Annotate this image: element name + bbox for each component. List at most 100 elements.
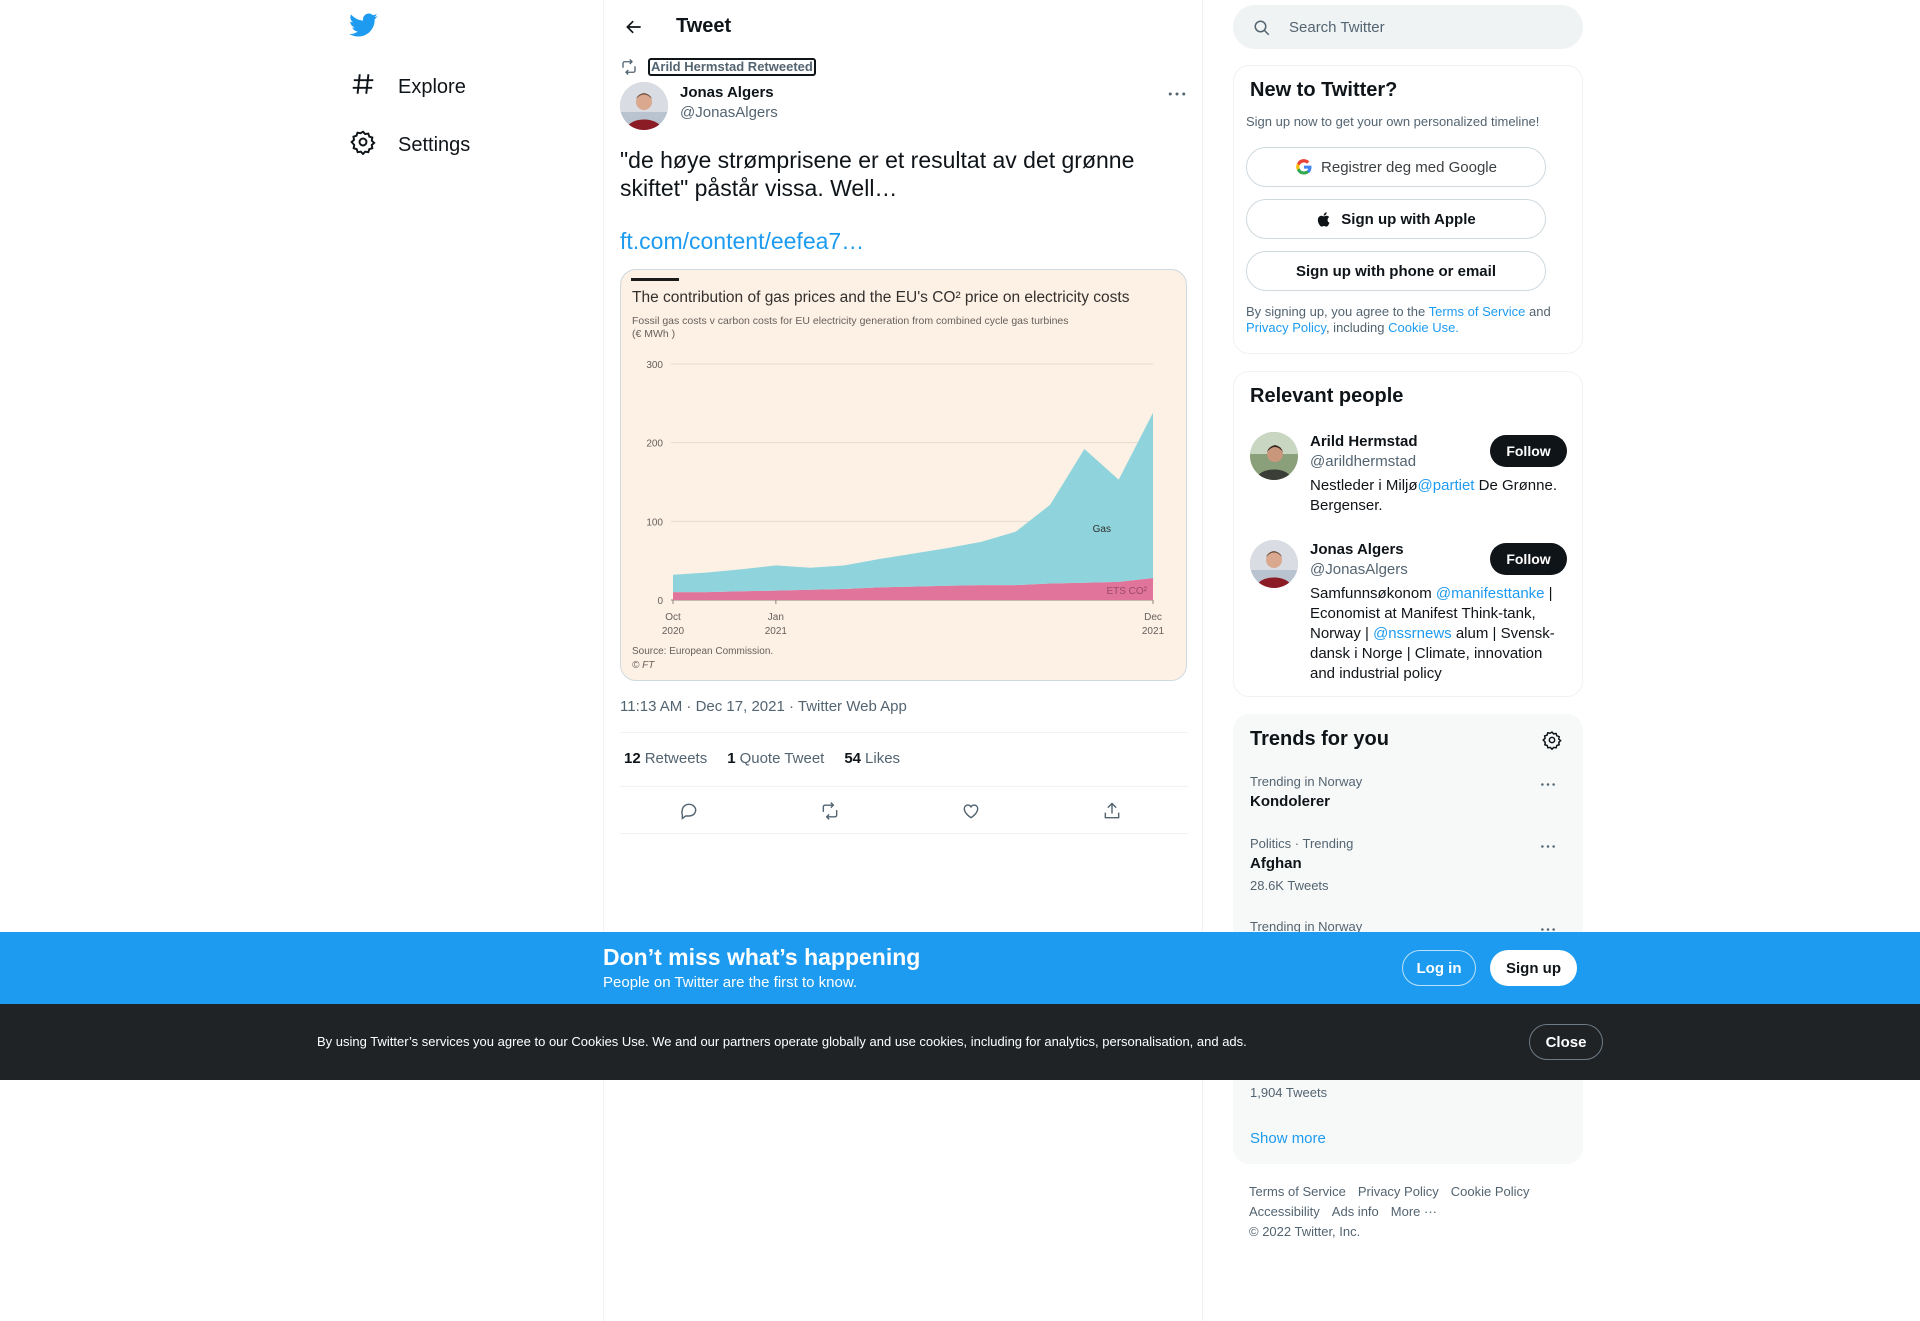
quote-tweets-stat[interactable]: 1 Quote Tweet xyxy=(727,750,824,767)
follow-button[interactable]: Follow xyxy=(1490,435,1567,467)
share-icon xyxy=(1104,802,1120,819)
footer-link[interactable]: Cookie Policy xyxy=(1451,1184,1530,1199)
search-icon xyxy=(1254,20,1270,36)
footer-link[interactable]: Privacy Policy xyxy=(1358,1184,1439,1199)
signup-banner: Don’t miss what’s happening People on Tw… xyxy=(0,932,1920,1004)
search-input[interactable] xyxy=(1289,5,1569,49)
trend-name: Afghan xyxy=(1250,855,1302,872)
retweet-icon xyxy=(822,802,838,820)
likes-stat[interactable]: 54 Likes xyxy=(844,750,900,767)
terms-of-service-link[interactable]: Terms of Service xyxy=(1429,304,1526,319)
signup-button[interactable]: Sign up xyxy=(1490,950,1577,986)
banner-title: Don’t miss what’s happening xyxy=(603,944,921,970)
retweeted-by-link[interactable]: Arild Hermstad Retweeted xyxy=(648,58,816,76)
footer-link[interactable]: Terms of Service xyxy=(1249,1184,1346,1199)
nav-settings-label: Settings xyxy=(398,133,471,156)
apple-signup-button[interactable]: Sign up with Apple xyxy=(1246,199,1546,239)
close-button[interactable]: Close xyxy=(1529,1024,1603,1060)
more-dots-icon xyxy=(1168,92,1186,96)
y-tick-label: 300 xyxy=(646,360,663,371)
twitter-logo-icon[interactable] xyxy=(348,10,386,48)
left-navigation: Explore Settings xyxy=(0,0,603,1321)
x-tick-label: Oct xyxy=(665,612,681,623)
phone-signup-label: Sign up with phone or email xyxy=(1295,262,1496,280)
footer-link[interactable]: Ads info xyxy=(1332,1204,1379,1219)
author-name[interactable]: Jonas Algers xyxy=(680,84,774,101)
nav-explore[interactable]: Explore xyxy=(350,67,466,107)
hashtag-icon xyxy=(350,71,376,103)
search-box[interactable] xyxy=(1233,5,1583,49)
heart-icon xyxy=(963,804,979,819)
phone-signup-button[interactable]: Sign up with phone or email xyxy=(1246,251,1546,291)
share-button[interactable] xyxy=(1099,798,1125,824)
author-handle[interactable]: @JonasAlgers xyxy=(680,104,778,121)
tweet-timestamp[interactable]: 11:13 AM · Dec 17, 2021 · Twitter Web Ap… xyxy=(620,698,907,715)
person-avatar[interactable] xyxy=(1250,432,1298,480)
main-column: Tweet Arild Hermstad Retweeted Jonas Alg… xyxy=(603,0,1203,1321)
arrow-left-icon xyxy=(626,20,641,34)
bio-mention-link[interactable]: @manifesttanke xyxy=(1436,585,1545,602)
privacy-policy-link[interactable]: Privacy Policy xyxy=(1246,320,1326,335)
retweet-context: Arild Hermstad Retweeted xyxy=(620,58,816,76)
banner-subtitle: People on Twitter are the first to know. xyxy=(603,974,858,991)
trend-count: 1,904 Tweets xyxy=(1250,1085,1328,1100)
more-dots-icon xyxy=(1541,844,1555,848)
signup-subtitle: Sign up now to get your own personalized… xyxy=(1246,114,1540,129)
like-button[interactable] xyxy=(958,798,984,824)
tweet-stats: 12 Retweets 1 Quote Tweet 54 Likes xyxy=(624,750,920,767)
tweet-link[interactable]: ft.com/content/eefea7… xyxy=(620,228,864,255)
more-dots-icon xyxy=(1541,927,1555,931)
x-tick-label: Jan xyxy=(768,612,784,623)
trend-more-button[interactable] xyxy=(1536,836,1560,856)
follow-button[interactable]: Follow xyxy=(1490,543,1567,575)
person-name[interactable]: Arild Hermstad xyxy=(1310,433,1418,450)
bio-mention-link[interactable]: @partiet xyxy=(1418,477,1475,494)
signup-terms: By signing up, you agree to the Terms of… xyxy=(1246,304,1566,336)
cookie-use-link[interactable]: Cookie Use. xyxy=(1388,320,1459,335)
bio-mention-link[interactable]: @nssrnews xyxy=(1373,625,1452,642)
more-options-button[interactable] xyxy=(1164,84,1190,104)
footer-link[interactable]: More ··· xyxy=(1391,1204,1437,1219)
right-sidebar: New to Twitter? Sign up now to get your … xyxy=(1233,0,1583,1321)
page-title: Tweet xyxy=(676,15,732,37)
person-bio: Samfunnsøkonom @manifesttanke | Economis… xyxy=(1310,584,1560,684)
y-tick-label: 200 xyxy=(646,439,663,450)
login-button[interactable]: Log in xyxy=(1402,950,1476,986)
trend-item[interactable]: Politics · Trending Afghan 28.6K Tweets xyxy=(1250,836,1570,893)
person-avatar[interactable] xyxy=(1250,540,1298,588)
back-button[interactable] xyxy=(620,13,648,41)
tweet-actions xyxy=(620,796,1188,826)
x-tick-label: 2021 xyxy=(765,626,788,637)
tweet-media-chart[interactable]: The contribution of gas prices and the E… xyxy=(620,269,1187,681)
person-bio: Nestleder i Miljø@partiet De Grønne. Ber… xyxy=(1310,476,1560,516)
person-handle[interactable]: @JonasAlgers xyxy=(1310,561,1408,578)
nav-settings[interactable]: Settings xyxy=(350,125,470,165)
area-series-1 xyxy=(673,412,1153,593)
trend-item[interactable]: Trending in Norway Kondolerer xyxy=(1250,774,1570,810)
signup-title: New to Twitter? xyxy=(1250,79,1398,101)
retweets-label: Retweets xyxy=(644,750,708,767)
person-name[interactable]: Jonas Algers xyxy=(1310,541,1404,558)
apple-icon xyxy=(1318,211,1330,227)
google-signup-button[interactable]: Registrer deg med Google xyxy=(1246,147,1546,187)
chart-source: Source: European Commission. xyxy=(632,646,773,657)
chart: The contribution of gas prices and the E… xyxy=(631,278,1165,671)
retweet-icon xyxy=(622,59,636,75)
bio-text: Samfunnsøkonom xyxy=(1310,585,1436,602)
author-avatar[interactable] xyxy=(620,82,668,130)
reply-button[interactable] xyxy=(676,798,702,824)
trend-more-button[interactable] xyxy=(1536,774,1560,794)
footer-link[interactable]: Accessibility xyxy=(1249,1204,1320,1219)
retweets-stat[interactable]: 12 Retweets xyxy=(624,750,707,767)
trends-settings-button[interactable] xyxy=(1540,728,1564,752)
footer-row: Accessibility Ads info More ··· xyxy=(1249,1204,1449,1219)
show-more-link[interactable]: Show more xyxy=(1250,1130,1326,1147)
divider xyxy=(620,833,1188,834)
trend-context: Politics · Trending xyxy=(1250,836,1354,851)
person-handle[interactable]: @arildhermstad xyxy=(1310,453,1416,470)
y-tick-label: 0 xyxy=(657,596,663,607)
retweet-button[interactable] xyxy=(817,798,843,824)
apple-signup-label: Sign up with Apple xyxy=(1341,210,1476,228)
copyright: © 2022 Twitter, Inc. xyxy=(1249,1224,1361,1239)
relevant-people-panel: Relevant people Arild Hermstad @arildher… xyxy=(1233,371,1583,697)
